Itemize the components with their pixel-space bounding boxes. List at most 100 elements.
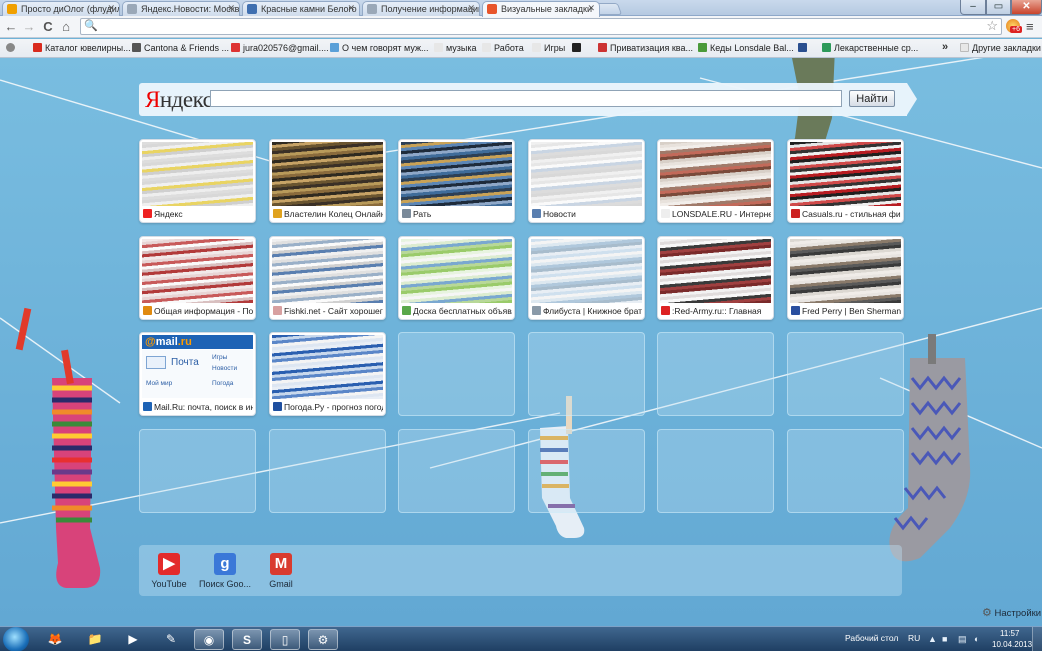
empty-bookmark-slot[interactable] xyxy=(657,332,774,416)
bookmark-item[interactable] xyxy=(798,43,810,53)
extension-badge: +6 xyxy=(1010,26,1022,33)
home-button[interactable]: ⌂ xyxy=(59,19,73,35)
bookmark-folder[interactable]: Работа xyxy=(482,43,524,53)
yandex-logo: Яндекс xyxy=(145,87,213,113)
bookmark-tile[interactable]: Властелин Колец Онлайн | ... xyxy=(269,139,386,223)
reload-button[interactable]: C xyxy=(41,19,55,35)
taskbar-item-chrome[interactable]: ◉ xyxy=(194,629,224,650)
desktop-toolbar-label[interactable]: Рабочий стол xyxy=(845,633,898,643)
empty-bookmark-slot[interactable] xyxy=(787,332,904,416)
tab-3[interactable]: Получение информации ✕ xyxy=(362,1,480,16)
taskbar-item-firefox[interactable]: 🦊 xyxy=(40,629,70,650)
bookmarks-overflow-chevron-icon[interactable]: » xyxy=(942,41,948,53)
bookmark-tile[interactable]: @mail.ru Почта Игры Новости Мой мир Погода Mai… xyxy=(139,332,256,416)
site-favicon-icon xyxy=(661,306,670,315)
bookmark-folder[interactable]: Игры xyxy=(532,43,565,53)
taskbar-item-app[interactable]: ✎ xyxy=(156,629,186,650)
taskbar-item-explorer[interactable]: 📁 xyxy=(80,629,110,650)
tab-close-icon[interactable]: ✕ xyxy=(467,3,475,14)
empty-bookmark-slot[interactable] xyxy=(398,332,515,416)
bookmark-item[interactable]: Кеды Lonsdale Bal... xyxy=(698,43,794,53)
tab-1[interactable]: Яндекс.Новости: Москва ✕ xyxy=(122,1,240,16)
empty-bookmark-slot[interactable] xyxy=(528,429,645,513)
search-button[interactable]: Найти xyxy=(849,90,895,107)
folder-icon xyxy=(482,43,491,52)
bookmark-tile[interactable]: Новости xyxy=(528,139,645,223)
empty-bookmark-slot[interactable] xyxy=(269,429,386,513)
empty-bookmark-slot[interactable] xyxy=(528,332,645,416)
app-youtube[interactable]: ▶ YouTube xyxy=(139,553,199,589)
site-thumbnail xyxy=(531,142,642,206)
bookmark-tile[interactable]: :Red-Army.ru:: Главная xyxy=(657,236,774,320)
search-input[interactable] xyxy=(210,90,842,107)
app-gmail[interactable]: M Gmail xyxy=(251,553,311,589)
bookmark-tile[interactable]: Fishki.net - Сайт хорошего ... xyxy=(269,236,386,320)
bookmark-folder[interactable]: музыка xyxy=(434,43,477,53)
bookmark-tile[interactable]: Fred Perry | Ben Sherman | ... xyxy=(787,236,904,320)
volume-icon[interactable]: ◐ xyxy=(974,634,979,644)
maximize-button[interactable]: ▭ xyxy=(986,0,1011,15)
bookmark-tile[interactable]: Общая информация - Порт... xyxy=(139,236,256,320)
site-thumbnail xyxy=(660,239,771,303)
apps-panel: ▶ YouTube g Поиск Goo... M Gmail xyxy=(139,545,902,596)
taskbar-item-utility[interactable]: ⚙ xyxy=(308,629,338,650)
close-window-button[interactable]: ✕ xyxy=(1011,0,1042,15)
empty-bookmark-slot[interactable] xyxy=(657,429,774,513)
bookmark-tile[interactable]: Погода.Ру - прогноз погоды xyxy=(269,332,386,416)
bookmark-tile[interactable]: Casuals.ru - стильная фир... xyxy=(787,139,904,223)
tab-close-icon[interactable]: ✕ xyxy=(227,3,235,14)
menu-icon[interactable]: ≡ xyxy=(1026,19,1034,34)
show-desktop-button[interactable] xyxy=(1032,627,1042,651)
tile-caption: Властелин Колец Онлайн | ... xyxy=(272,208,383,220)
tile-title: Новости xyxy=(543,209,576,219)
tile-caption: Fishki.net - Сайт хорошего ... xyxy=(272,305,383,317)
app-google-search[interactable]: g Поиск Goo... xyxy=(195,553,255,589)
bookmark-item[interactable] xyxy=(572,43,584,53)
bookmark-tile[interactable]: Доска бесплатных объявл... xyxy=(398,236,515,320)
bookmark-label: О чем говорят муж... xyxy=(342,43,429,53)
tab-title: Просто диОлог (флудил xyxy=(21,4,120,14)
bookmark-star-icon[interactable]: ☆ xyxy=(986,18,998,34)
tray-app-icon[interactable]: ■ xyxy=(942,634,947,644)
taskbar-item-skype[interactable]: S xyxy=(232,629,262,650)
minimize-button[interactable]: – xyxy=(960,0,986,15)
tab-close-icon[interactable]: ✕ xyxy=(587,3,595,14)
bookmark-favicon-icon xyxy=(798,43,807,52)
bookmark-item[interactable]: О чем говорят муж... xyxy=(330,43,428,53)
empty-bookmark-slot[interactable] xyxy=(398,429,515,513)
tab-close-icon[interactable]: ✕ xyxy=(107,3,115,14)
network-icon[interactable]: ▤ xyxy=(958,634,967,645)
bookmark-tile[interactable]: Яндекс xyxy=(139,139,256,223)
back-button[interactable]: ← xyxy=(4,19,18,35)
bookmark-tile[interactable]: LONSDALE.RU - Интернет ... xyxy=(657,139,774,223)
settings-link[interactable]: ⚙ Настройки xyxy=(982,606,1041,619)
bookmark-item[interactable]: jura020576@gmail.... xyxy=(231,43,329,53)
tab-0[interactable]: Просто диОлог (флудил ✕ xyxy=(2,1,120,16)
bookmark-tile[interactable]: Флибуста | Книжное братство xyxy=(528,236,645,320)
forward-button[interactable]: → xyxy=(22,19,36,35)
empty-bookmark-slot[interactable] xyxy=(139,429,256,513)
start-button[interactable] xyxy=(3,627,29,651)
bookmark-item[interactable]: Cantona & Friends ... xyxy=(132,43,229,53)
bookmark-item[interactable]: Каталог ювелирны... xyxy=(33,43,131,53)
taskbar-item-media-player[interactable]: ▶ xyxy=(118,629,148,650)
bookmark-apps[interactable] xyxy=(6,43,18,53)
bookmark-tile[interactable]: Рать xyxy=(398,139,515,223)
mail-menu-item: Игры xyxy=(212,354,228,361)
empty-bookmark-slot[interactable] xyxy=(787,429,904,513)
language-indicator[interactable]: RU xyxy=(908,633,920,643)
mail-menu-item: Мой мир xyxy=(146,380,173,387)
other-bookmarks[interactable]: Другие закладки xyxy=(960,43,1041,53)
tray-arrow-icon[interactable]: ▲ xyxy=(928,634,937,644)
search-icon: 🔍 xyxy=(84,20,98,32)
tab-4[interactable]: Визуальные закладки ✕ xyxy=(482,1,600,17)
address-bar[interactable]: 🔍 ☆ xyxy=(80,18,1002,35)
clock-time[interactable]: 11:57 xyxy=(1000,629,1019,638)
clock-date[interactable]: 10.04.2013 xyxy=(992,640,1032,649)
taskbar-item-device[interactable]: ▯ xyxy=(270,629,300,650)
tab-close-icon[interactable]: ✕ xyxy=(347,3,355,14)
tab-2[interactable]: Красные камни Белого (✕ xyxy=(242,1,360,16)
bookmark-item[interactable]: Приватизация ква... xyxy=(598,43,693,53)
bookmark-item[interactable]: Лекарственные ср... xyxy=(822,43,918,53)
tile-caption: Fred Perry | Ben Sherman | ... xyxy=(790,305,901,317)
